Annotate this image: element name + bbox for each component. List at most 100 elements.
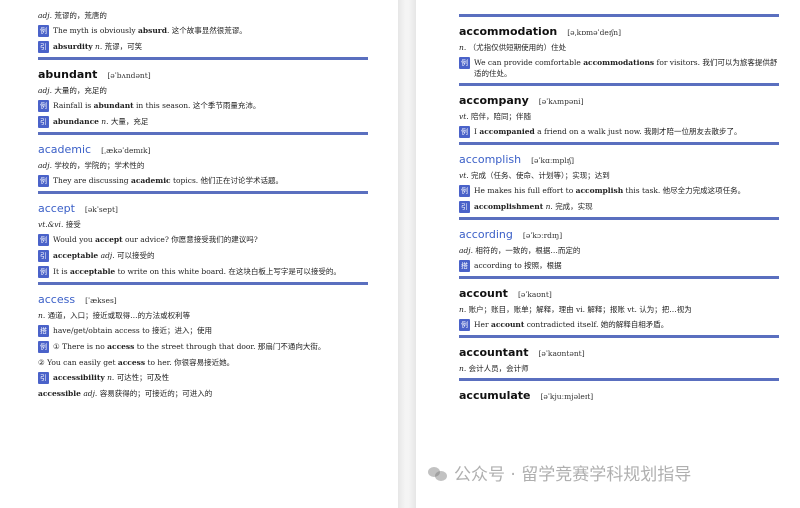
headword-highlight: abundant	[93, 101, 134, 110]
entry-header: accomplish [əˈkɑːmplɪʃ]	[459, 153, 779, 166]
entry-line: vt. 陪伴，陪同；伴随	[459, 111, 779, 122]
headword: accept	[38, 202, 75, 215]
line-text: abundance n. 大量，充足	[53, 116, 148, 127]
line-text-post: this task. 他尽全力完成这项任务。	[623, 186, 746, 195]
headword: accomplish	[459, 153, 522, 166]
entry-header: accumulate [əˈkjuːmjəleɪt]	[459, 389, 779, 402]
entry-line: n. 账户；账目，账单；解释，理由 vi. 解释；报账 vt. 认为；把…视为	[459, 304, 779, 315]
part-of-speech: adj.	[38, 11, 52, 20]
entry-header: accountant [əˈkaʊntənt]	[459, 346, 779, 359]
section-divider	[459, 83, 779, 86]
phonetic: [əˈbʌndənt]	[107, 71, 151, 80]
line-text: vt.&vi. 接受	[38, 219, 81, 230]
headword-highlight: access	[117, 358, 146, 367]
entry-line: adj. 大量的，充足的	[38, 85, 368, 96]
line-text-post: contradicted itself. 她的解释自相矛盾。	[524, 320, 669, 329]
line-text-post: 大量，充足	[110, 117, 149, 126]
line-text: have/get/obtain access to 接近；进入；使用	[53, 325, 212, 336]
entry-line: 例 It is acceptable to write on this white…	[38, 266, 368, 278]
part-of-speech: adj.	[38, 161, 52, 170]
part-of-speech: n.	[545, 202, 553, 211]
watermark: 公众号 · 留学竞赛学科规划指导	[428, 460, 691, 485]
line-text-pre: Would you	[53, 235, 96, 244]
headword-highlight: accomplish	[575, 186, 624, 195]
line-text: vt. 完成（任务、使命、计划等）；实现；达到	[459, 170, 610, 181]
line-text-post: 容易获得的；可接近的；可进入的	[99, 389, 213, 398]
line-text-post: a friend on a walk just now. 我刚才陪一位朋友去散步…	[534, 127, 742, 136]
marker-badge: 例	[38, 341, 49, 353]
line-text-post: 完成，实现	[555, 202, 593, 211]
headword-highlight: access	[107, 342, 135, 351]
headword-highlight: academic	[130, 176, 171, 185]
headword-highlight: absurd	[138, 26, 168, 35]
headword: access	[38, 293, 76, 306]
line-text: accessibility n. 可达性；可及性	[53, 372, 169, 383]
section-divider	[459, 217, 779, 220]
marker-badge: 引	[38, 372, 49, 384]
part-of-speech: adj.	[38, 86, 52, 95]
line-text: absurdity n. 荒谬，可笑	[53, 41, 142, 52]
left-page: adj. 荒谬的，荒唐的例 The myth is obviously absur…	[0, 0, 398, 508]
part-of-speech: adj.	[459, 246, 473, 255]
phonetic: [əkˈsept]	[84, 205, 118, 214]
entry-line: n. 通道，入口；接近或取得…的方法或权利等	[38, 310, 368, 321]
line-text: Her account contradicted itself. 她的解释自相矛…	[474, 319, 668, 330]
headword: accountant	[459, 346, 529, 359]
definition-text: 荒谬的，荒唐的	[54, 11, 107, 20]
entry-line: 例 They are discussing academic topics. 他们…	[38, 175, 368, 187]
headword-highlight: accessible	[38, 389, 81, 398]
line-text: Would you accept our advice? 你愿意接受我们的建议吗…	[53, 234, 258, 245]
line-text-post: in this season. 这个季节雨量充沛。	[133, 101, 261, 110]
section-divider	[38, 57, 368, 60]
line-text: We can provide comfortable accommodation…	[474, 57, 779, 79]
entry-line: adj. 学校的，学院的；学术性的	[38, 160, 368, 171]
line-text-post: to write on this white board. 在这块白板上写字是可…	[115, 267, 341, 276]
watermark-text: 公众号 · 留学竞赛学科规划指导	[454, 465, 692, 485]
entry-header: account [əˈkaʊnt]	[459, 287, 779, 300]
marker-badge: 搭	[38, 325, 49, 337]
section-divider	[459, 276, 779, 279]
wechat-icon	[428, 465, 448, 481]
entry-header: accompany [əˈkʌmpəni]	[459, 94, 779, 107]
definition-text: 大量的，充足的	[54, 86, 107, 95]
line-text-post: topics. 他们正在讨论学术话题。	[170, 176, 284, 185]
marker-badge: 搭	[459, 260, 470, 272]
definition-text: （尤指仅供短期使用的）住处	[468, 43, 567, 52]
marker-badge: 引	[459, 201, 470, 213]
line-text: adj. 学校的，学院的；学术性的	[38, 160, 144, 171]
entry-line: 搭 have/get/obtain access to 接近；进入；使用	[38, 325, 368, 337]
headword-highlight: abundance	[53, 117, 99, 126]
section-divider	[459, 378, 779, 381]
entry-line: 例 We can provide comfortable accommodatio…	[459, 57, 779, 79]
line-text-pre: Rainfall is	[53, 101, 94, 110]
line-text-pre: Her	[474, 320, 491, 329]
line-text: It is acceptable to write on this white …	[53, 266, 341, 277]
definition-text: 陪伴，陪同；伴随	[471, 112, 532, 121]
headword-highlight: acceptable	[53, 251, 99, 260]
line-text: n. 通道，入口；接近或取得…的方法或权利等	[38, 310, 190, 321]
entry-line: accessible adj. 容易获得的；可接近的；可进入的	[38, 388, 368, 399]
marker-badge: 引	[38, 250, 49, 262]
marker-badge: 例	[459, 319, 470, 331]
headword-highlight: accompanied	[479, 127, 535, 136]
part-of-speech: adj.	[100, 251, 115, 260]
headword: accommodation	[459, 25, 558, 38]
entry-line: 例 The myth is obviously absurd. 这个故事显然很荒谬…	[38, 25, 368, 37]
definition-text: 完成（任务、使命、计划等）；实现；达到	[471, 171, 610, 180]
line-text: The myth is obviously absurd. 这个故事显然很荒谬。	[53, 25, 247, 36]
line-text-post: 可以接受的	[116, 251, 155, 260]
part-of-speech: n.	[459, 43, 467, 52]
line-text-post: 可达性；可及性	[116, 373, 170, 382]
line-text-pre: ② You can easily get	[38, 358, 118, 367]
headword-highlight: accessibility	[53, 373, 105, 382]
entry-line: n. （尤指仅供短期使用的）住处	[459, 42, 779, 53]
line-text: acceptable adj. 可以接受的	[53, 250, 154, 261]
headword: accompany	[459, 94, 529, 107]
entry-line: 引 accessibility n. 可达性；可及性	[38, 372, 368, 384]
entry-header: accept [əkˈsept]	[38, 202, 368, 215]
headword-highlight: accomplishment	[474, 202, 544, 211]
phonetic: [əˌkɒməˈdeɪʃn]	[567, 28, 622, 37]
line-text-post: 荒谬，可笑	[104, 42, 143, 51]
definition-text: 学校的，学院的；学术性的	[54, 161, 145, 170]
part-of-speech: n.	[101, 117, 109, 126]
